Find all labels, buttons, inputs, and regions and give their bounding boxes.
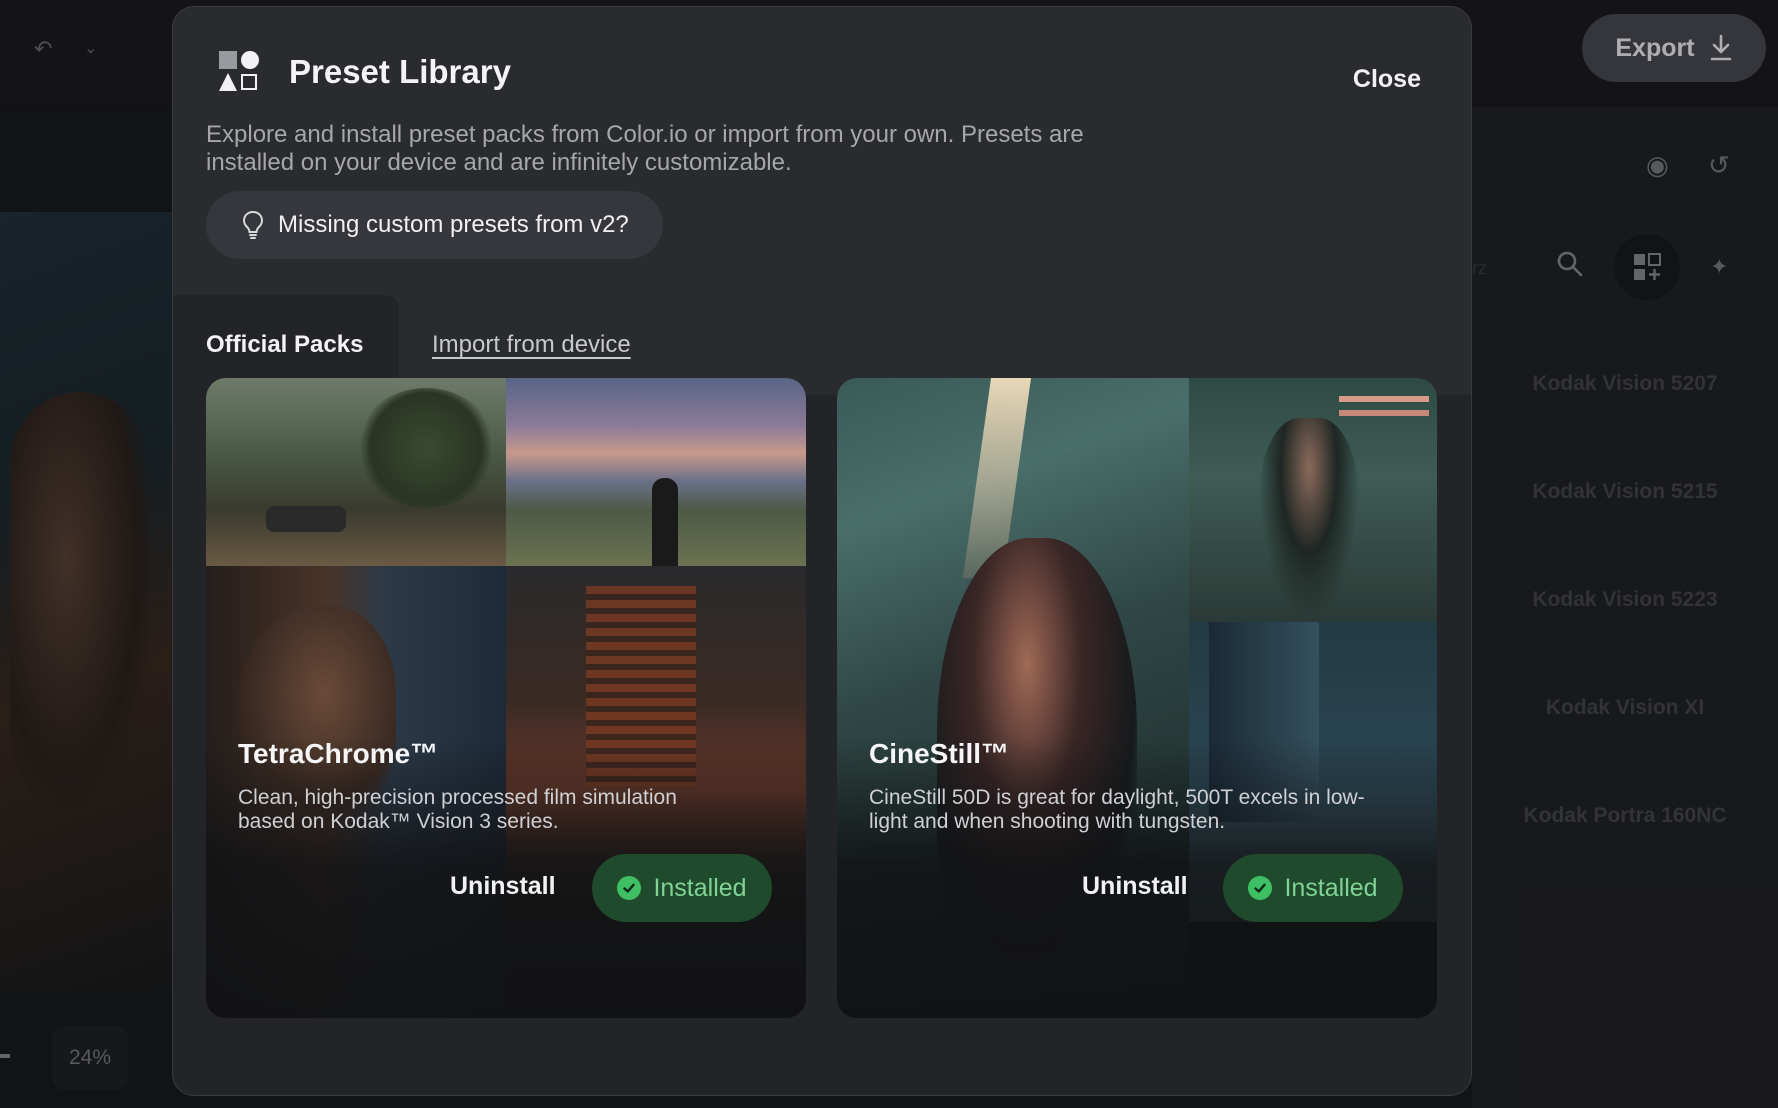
check-circle-icon [1248,876,1273,900]
shapes-logo-icon [219,51,261,93]
installed-badge[interactable]: Installed [592,854,772,922]
modal-header: Preset Library [219,51,511,93]
missing-presets-label: Missing custom presets from v2? [278,211,629,238]
missing-presets-button[interactable]: Missing custom presets from v2? [206,191,663,259]
lightbulb-icon [242,210,264,239]
installed-label: Installed [653,873,747,902]
sample-image [1189,378,1437,622]
pack-card-tetrachrome[interactable]: TetraChrome™ Clean, high-precision proce… [206,378,806,1018]
pack-description: CineStill 50D is great for daylight, 500… [869,786,1365,833]
uninstall-button[interactable]: Uninstall [1082,872,1188,901]
modal-title: Preset Library [289,53,511,90]
close-button[interactable]: Close [1353,65,1421,94]
check-circle-icon [617,876,642,900]
sample-image [506,378,806,568]
installed-badge[interactable]: Installed [1223,854,1403,922]
pack-card-cinestill[interactable]: CineStill™ CineStill 50D is great for da… [837,378,1437,1018]
installed-label: Installed [1284,873,1378,902]
pack-title: CineStill™ [869,738,1010,769]
sample-image [206,378,506,566]
pack-description: Clean, high-precision processed film sim… [238,786,677,833]
uninstall-button[interactable]: Uninstall [450,872,556,901]
modal-description: Explore and install preset packs from Co… [206,121,1084,176]
pack-title: TetraChrome™ [238,738,439,769]
preset-library-modal: Preset Library Close Explore and install… [172,6,1472,1096]
